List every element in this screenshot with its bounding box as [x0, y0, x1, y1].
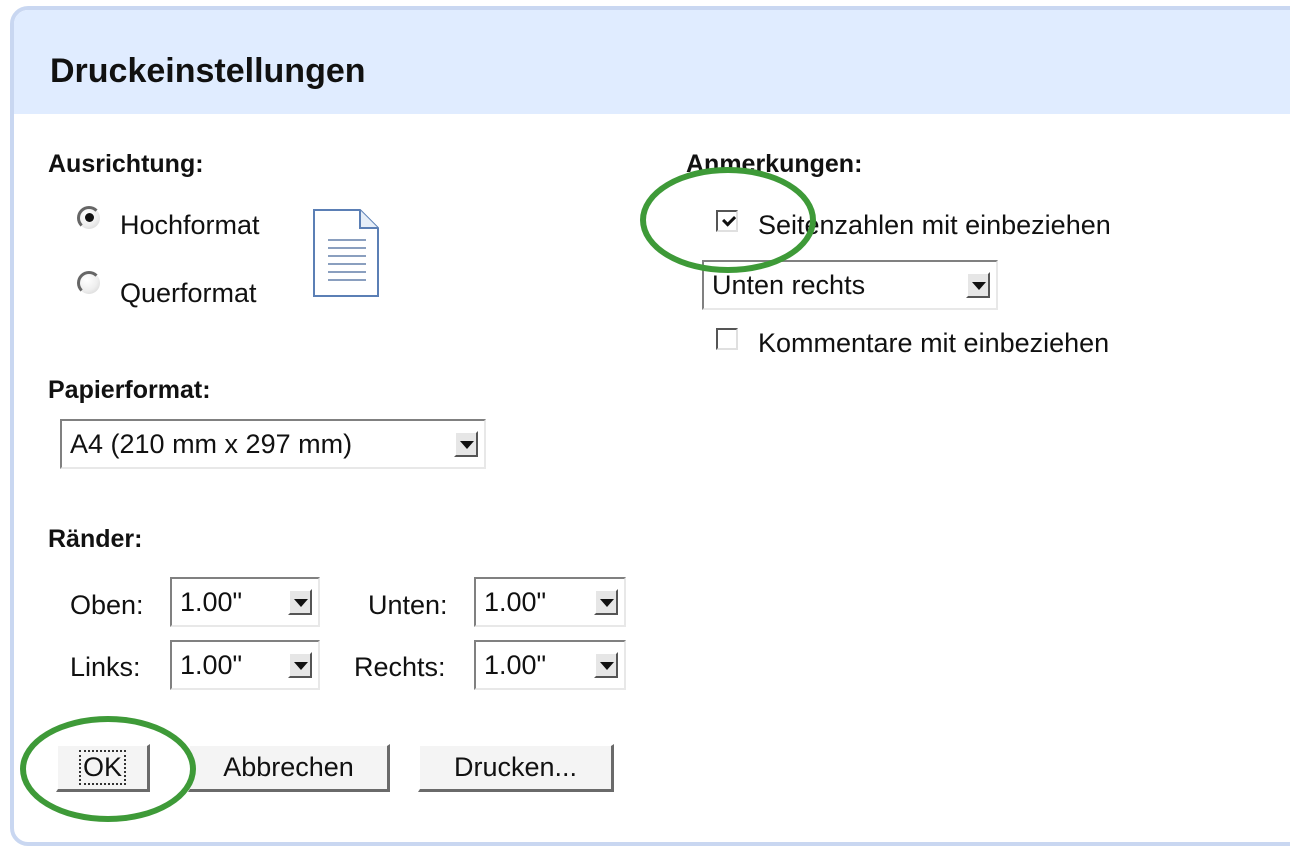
margin-right-select[interactable]: 1.00"	[474, 640, 626, 690]
margin-right-label: Rechts:	[354, 652, 446, 682]
margin-bottom-label: Unten:	[368, 590, 448, 620]
margin-top-label: Oben:	[70, 590, 144, 620]
chevron-down-icon[interactable]	[594, 652, 618, 678]
print-button[interactable]: Drucken...	[418, 744, 614, 792]
page-numbers-checkbox[interactable]	[716, 210, 738, 232]
paper-format-select[interactable]: A4 (210 mm x 297 mm)	[60, 419, 486, 469]
portrait-document-icon	[313, 209, 379, 297]
landscape-label[interactable]: Querformat	[120, 278, 257, 309]
chevron-down-icon[interactable]	[594, 589, 618, 615]
chevron-down-icon[interactable]	[966, 272, 990, 298]
margin-bottom-value: 1.00"	[484, 587, 547, 617]
ok-button-label: OK	[78, 750, 127, 785]
paper-format-value: A4 (210 mm x 297 mm)	[70, 429, 353, 459]
chevron-down-icon[interactable]	[288, 589, 312, 615]
checkmark-icon	[722, 212, 737, 227]
page-number-position-value: Unten rechts	[712, 270, 866, 300]
dialog-titlebar: Druckeinstellungen	[14, 10, 1290, 114]
cancel-button-label: Abbrechen	[223, 752, 354, 782]
comments-checkbox[interactable]	[716, 328, 738, 350]
page-number-position-select[interactable]: Unten rechts	[702, 260, 998, 310]
margin-left-label: Links:	[70, 652, 141, 682]
portrait-label[interactable]: Hochformat	[120, 210, 260, 241]
paper-format-label: Papierformat:	[48, 376, 211, 404]
dialog-title: Druckeinstellungen	[50, 52, 366, 90]
chevron-down-icon[interactable]	[454, 431, 478, 457]
margin-bottom-select[interactable]: 1.00"	[474, 577, 626, 627]
print-button-label: Drucken...	[453, 752, 578, 782]
ok-button[interactable]: OK	[56, 744, 150, 792]
annotations-label: Anmerkungen:	[686, 150, 863, 178]
chevron-down-icon[interactable]	[288, 652, 312, 678]
margin-left-value: 1.00"	[180, 650, 243, 680]
landscape-radio[interactable]	[77, 271, 101, 295]
cancel-button[interactable]: Abbrechen	[188, 744, 390, 792]
margin-right-value: 1.00"	[484, 650, 547, 680]
comments-label[interactable]: Kommentare mit einbeziehen	[758, 328, 1109, 359]
margin-top-select[interactable]: 1.00"	[170, 577, 320, 627]
page-numbers-label[interactable]: Seitenzahlen mit einbeziehen	[758, 210, 1111, 241]
margins-label: Ränder:	[48, 525, 143, 553]
margin-top-value: 1.00"	[180, 587, 243, 617]
portrait-radio[interactable]	[77, 206, 101, 230]
orientation-label: Ausrichtung:	[48, 150, 204, 178]
margin-left-select[interactable]: 1.00"	[170, 640, 320, 690]
